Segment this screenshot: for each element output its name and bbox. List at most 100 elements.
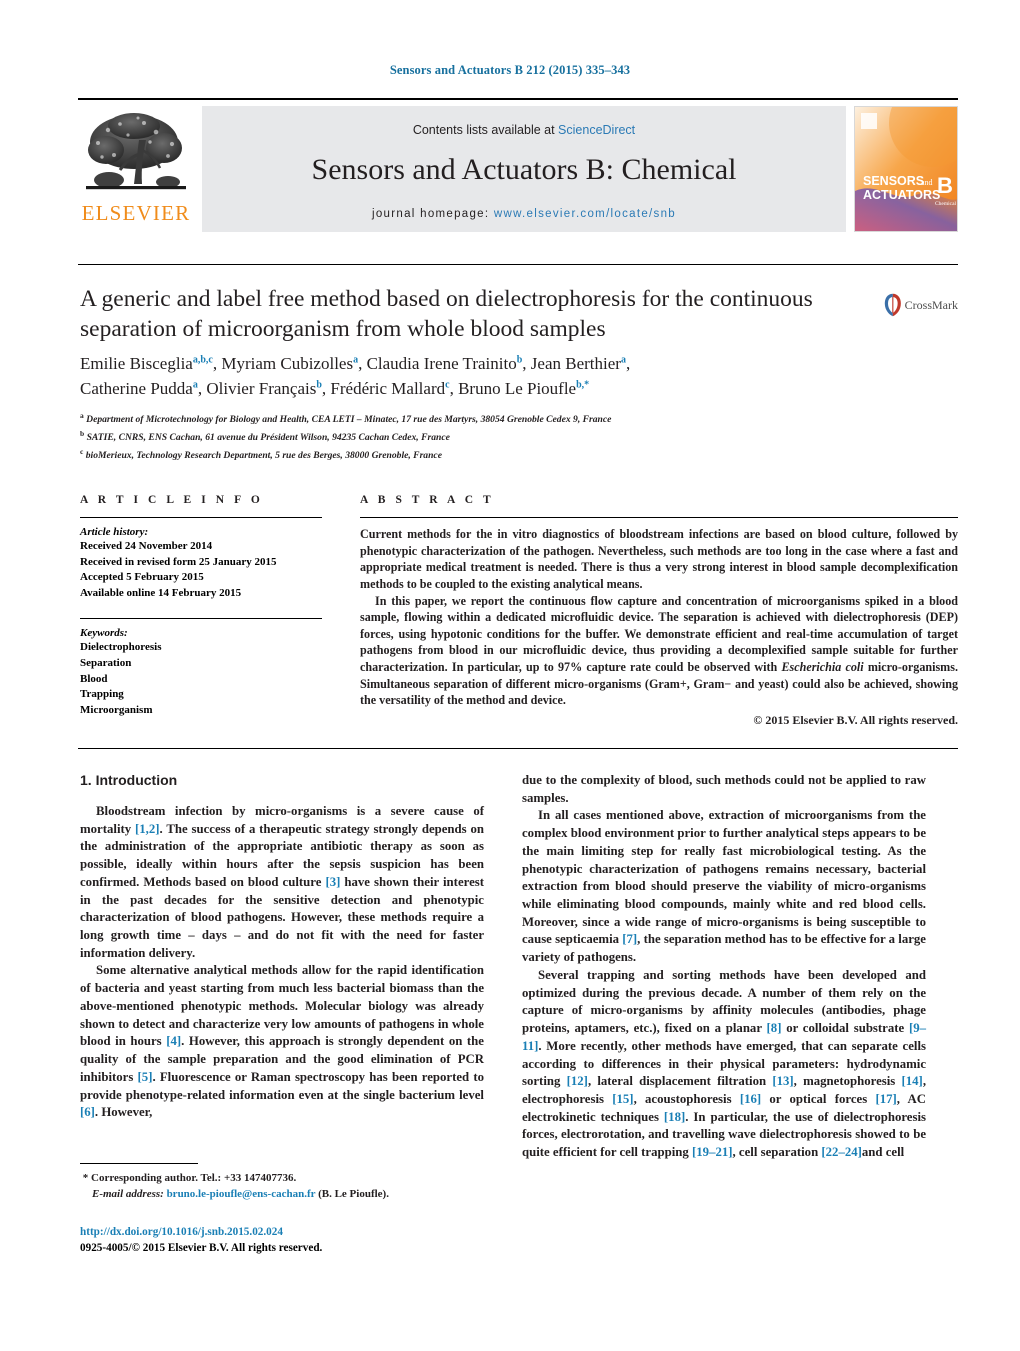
citation-ref[interactable]: [1,2] [135,822,160,836]
email-label: E-mail address: [92,1187,164,1200]
citation-ref[interactable]: [4] [166,1034,181,1048]
history-item: Received in revised form 25 January 2015 [80,555,277,568]
section-heading-introduction: 1. Introduction [80,772,178,788]
author-item: Frédéric Mallardc, [330,378,459,398]
crossmark-icon [884,293,901,317]
author-affil-marks: b,* [576,379,590,391]
citation-ref[interactable]: [5] [138,1070,153,1084]
contents-available-line: Contents lists available at ScienceDirec… [202,106,846,137]
masthead-center-panel: Contents lists available at ScienceDirec… [202,106,846,232]
journal-homepage-link[interactable]: www.elsevier.com/locate/snb [494,208,676,220]
footnote-line-1: * Corresponding author. Tel.: +33 147407… [80,1171,484,1187]
author-list: Emilie Biscegliaa,b,c, Myriam Cubizolles… [80,352,870,402]
affiliation-text: bioMerieux, Technology Research Departme… [85,450,442,462]
affiliation-mark: b [80,429,85,439]
homepage-label: journal homepage: [372,208,490,220]
abstract-copyright: © 2015 Elsevier B.V. All rights reserved… [753,712,958,727]
affiliation-item: b SATIE, CNRS, ENS Cachan, 61 avenue du … [80,428,870,446]
abstract-paragraph: Current methods for the in vitro diagnos… [360,527,958,591]
author-item: Bruno Le Pioufleb,* [458,379,589,398]
elsevier-tree-icon [84,110,188,202]
journal-title: Sensors and Actuators B: Chemical [311,153,737,186]
citation-ref[interactable]: [19–21] [692,1145,733,1159]
abstract-heading: A B S T R A C T [360,494,495,506]
elsevier-wordmark: ELSEVIER [81,201,191,225]
journal-cover-thumbnail: SENSORS and ACTUATORS B Chemical [854,106,958,232]
introduction-text-left: Bloodstream infection by micro-organisms… [80,803,484,1122]
body-divider [78,748,958,749]
keywords-label: Keywords: [80,627,128,640]
sciencedirect-link[interactable]: ScienceDirect [558,123,635,137]
author-name: Emilie Bisceglia [80,354,193,373]
article-info-rule [80,517,322,518]
citation-ref[interactable]: [17] [875,1092,896,1106]
keyword-item: Microorganism [80,703,153,716]
email-owner: (B. Le Pioufle). [318,1187,389,1200]
article-history-label: Article history: [80,526,149,538]
author-name: Jean Berthier [530,354,621,373]
author-affil-marks: c [445,379,450,391]
affiliation-mark: a [80,411,84,420]
author-affil-marks: a [192,379,198,391]
author-affil-marks: b [516,354,523,366]
affiliation-mark: c [80,447,84,457]
paragraph: Some alternative analytical methods allo… [80,963,484,1120]
paragraph: Several trapping and sorting methods hav… [522,967,927,1160]
author-item: Catherine Puddaa, [80,378,207,398]
contents-prefix: Contents lists available at [412,123,559,137]
footnote-corresponding-text: Corresponding author. Tel.: +33 14740773… [88,1172,297,1184]
paragraph: In all cases mentioned above, extraction… [522,808,926,965]
keywords-rule [80,618,322,620]
citation-ref[interactable]: [13] [772,1074,793,1088]
author-item: Jean Berthiera, [530,354,631,373]
svg-text:Chemical: Chemical [935,201,957,207]
citation-ref[interactable]: [12] [567,1074,588,1088]
footnote-rule [80,1163,198,1164]
keyword-item: Blood [80,672,108,685]
author-affil-marks: a,b,c [192,354,213,366]
svg-text:ACTUATORS: ACTUATORS [863,188,940,202]
species-name: Escherichia coli [781,660,864,674]
affiliation-text: Department of Microtechnology for Biolog… [86,414,612,426]
article-title: A generic and label free method based on… [80,286,813,343]
author-item: Olivier Françaisb, [206,378,331,398]
affiliation-item: c bioMerieux, Technology Research Depart… [80,446,870,464]
email-link[interactable]: bruno.le-pioufle@ens-cachan.fr [167,1188,316,1200]
crossmark-label: CrossMark [904,297,958,312]
svg-text:and: and [921,178,933,187]
paper-page: Sensors and Actuators B 212 (2015) 335–3… [0,0,1020,1351]
keyword-item: Separation [80,657,132,670]
citation-ref[interactable]: [3] [325,875,340,889]
author-name: Myriam Cubizolles [221,354,354,373]
citation-ref[interactable]: [16] [740,1092,761,1106]
citation-ref[interactable]: [22–24] [821,1145,862,1159]
article-info-heading: A R T I C L E I N F O [80,494,264,506]
author-item: Claudia Irene Trainitob, [366,354,531,373]
author-name: Frédéric Mallard [330,378,446,398]
affiliation-list: a Department of Microtechnology for Biol… [80,410,870,464]
citation-ref[interactable]: [7] [622,932,637,946]
author-affil-marks: b [316,379,322,391]
citation-ref[interactable]: [14] [901,1074,922,1088]
title-divider [78,264,958,265]
body-column-right: due to the complexity of blood, such met… [522,772,926,1162]
body-column-left: 1. Introduction Bloodstream infection by… [80,772,484,1122]
svg-text:B: B [937,173,953,198]
abstract-section: A B S T R A C T Current methods for the … [360,494,958,728]
citation-ref[interactable]: [15] [612,1092,633,1106]
footnote-line-2: E-mail address: bruno.le-pioufle@ens-cac… [80,1187,484,1203]
keyword-item: Trapping [80,688,124,701]
citation-ref[interactable]: [6] [80,1105,95,1119]
doi-footer: http://dx.doi.org/10.1016/j.snb.2015.02.… [80,1224,484,1256]
citation-ref[interactable]: [8] [767,1021,782,1035]
abstract-body: Current methods for the in vitro diagnos… [360,526,958,728]
crossmark-badge[interactable]: CrossMark [884,283,958,327]
introduction-text-right: due to the complexity of blood, such met… [522,772,926,1162]
corresponding-author-footnote: * Corresponding author. Tel.: +33 147407… [80,1163,484,1203]
affiliation-item: a Department of Microtechnology for Biol… [80,410,870,428]
abstract-rule [360,517,958,518]
author-item: Emilie Biscegliaa,b,c, [80,354,222,373]
svg-text:SENSORS: SENSORS [863,174,924,188]
doi-link[interactable]: http://dx.doi.org/10.1016/j.snb.2015.02.… [80,1226,283,1238]
citation-ref[interactable]: [18] [664,1110,685,1124]
